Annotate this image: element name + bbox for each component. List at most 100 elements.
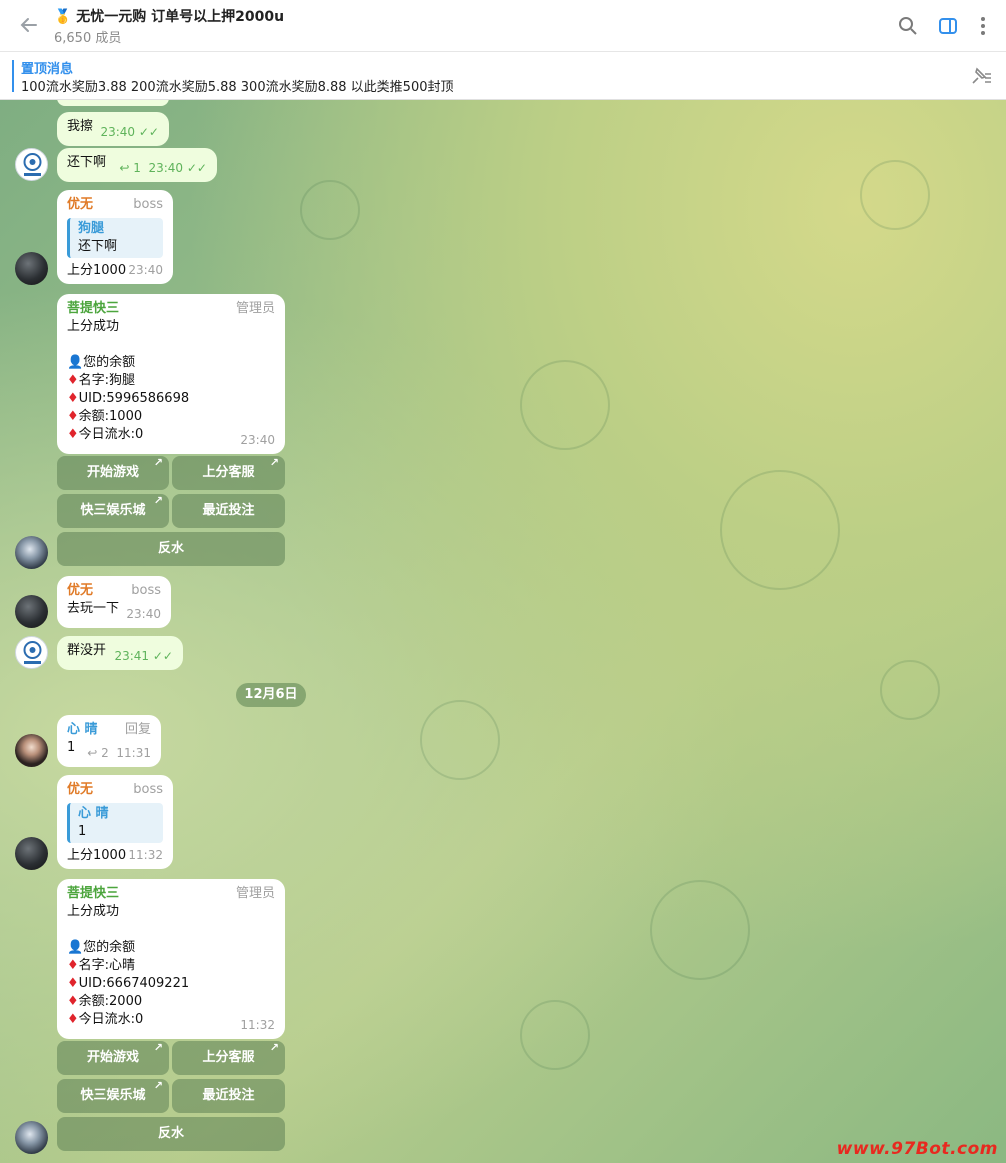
diamond-icon: ♦ bbox=[67, 958, 79, 973]
avatar[interactable] bbox=[15, 252, 48, 285]
rebate-button[interactable]: 反水 bbox=[57, 532, 285, 566]
message-bubble[interactable]: 优无 boss 狗腿 还下啊 上分1000 23:40 bbox=[57, 190, 173, 284]
watermark: www.97Bot.com bbox=[836, 1139, 998, 1159]
message-bubble[interactable]: 我擦 23:40 ✓✓ bbox=[57, 112, 169, 146]
message-text: 还下啊 bbox=[67, 155, 107, 170]
message-time: 23:40 bbox=[126, 607, 161, 621]
message-line: 上分成功 bbox=[67, 904, 120, 919]
diamond-icon: ♦ bbox=[67, 1012, 79, 1027]
message-bubble[interactable]: 菩提快三 管理员 上分成功 👤您的余额 ♦名字:狗腿 ♦UID:59965866… bbox=[57, 294, 285, 454]
sender-role: 管理员 bbox=[235, 886, 275, 901]
background-doodle bbox=[420, 700, 500, 780]
message-time: 11:32 bbox=[128, 848, 163, 862]
diamond-icon: ♦ bbox=[67, 409, 79, 424]
account-balance: 余额:2000 bbox=[78, 994, 143, 1009]
recent-bets-button[interactable]: 最近投注 bbox=[172, 1079, 285, 1113]
message-time: ↩ 2 11:31 bbox=[87, 746, 151, 760]
external-link-icon: ↗ bbox=[153, 494, 163, 507]
background-doodle bbox=[860, 160, 930, 230]
account-uid: UID:6667409221 bbox=[78, 976, 190, 991]
support-button[interactable]: 上分客服 ↗ bbox=[172, 456, 285, 490]
message-bubble[interactable]: 优无 boss 心 晴 1 上分1000 11:32 bbox=[57, 775, 173, 869]
message-bubble[interactable]: 群没开 23:41 ✓✓ bbox=[57, 636, 183, 670]
rebate-button[interactable]: 反水 bbox=[57, 1117, 285, 1151]
sender-role: 管理员 bbox=[235, 301, 275, 316]
external-link-icon: ↗ bbox=[269, 1041, 279, 1054]
account-uid: UID:5996586698 bbox=[78, 391, 190, 406]
message-text: 我擦 bbox=[67, 119, 94, 134]
sender-role: boss bbox=[131, 583, 161, 598]
diamond-icon: ♦ bbox=[67, 373, 79, 388]
reply-count: 1 bbox=[133, 161, 141, 175]
message-line: 👤您的余额 bbox=[67, 355, 136, 370]
casino-button[interactable]: 快三娱乐城 ↗ bbox=[57, 1079, 169, 1113]
avatar[interactable] bbox=[15, 636, 48, 669]
diamond-icon: ♦ bbox=[67, 391, 79, 406]
background-doodle bbox=[880, 660, 940, 720]
message-line: 上分成功 bbox=[67, 319, 120, 334]
casino-button[interactable]: 快三娱乐城 ↗ bbox=[57, 494, 169, 528]
quote-text: 还下啊 bbox=[78, 239, 118, 254]
message-bubble-partial bbox=[57, 100, 169, 106]
background-doodle bbox=[720, 470, 840, 590]
quote-sender: 狗腿 bbox=[78, 221, 105, 236]
chat-header: 🥇 无忧一元购 订单号以上押2000u 6,650 成员 bbox=[0, 0, 1006, 52]
start-game-button[interactable]: 开始游戏 ↗ bbox=[57, 456, 169, 490]
message-time: 23:40 ✓✓ bbox=[100, 125, 159, 139]
avatar[interactable] bbox=[15, 734, 48, 767]
message-time: 23:40 bbox=[128, 263, 163, 277]
more-options-icon[interactable] bbox=[976, 16, 996, 36]
message-time: ↩ 1 23:40 ✓✓ bbox=[119, 161, 207, 175]
background-doodle bbox=[300, 180, 360, 240]
message-bubble[interactable]: 心 晴 回复 1 ↩ 2 11:31 bbox=[57, 715, 161, 767]
support-button[interactable]: 上分客服 ↗ bbox=[172, 1041, 285, 1075]
external-link-icon: ↗ bbox=[153, 1041, 163, 1054]
sender-role: boss bbox=[133, 197, 163, 212]
start-game-button[interactable]: 开始游戏 ↗ bbox=[57, 1041, 169, 1075]
pinned-indicator bbox=[12, 60, 14, 92]
sender-role: 回复 bbox=[124, 722, 151, 737]
avatar[interactable] bbox=[15, 536, 48, 569]
message-bubble[interactable]: 优无 boss 去玩一下 23:40 bbox=[57, 576, 171, 628]
member-count: 6,650 成员 bbox=[54, 31, 122, 46]
reply-count: 2 bbox=[101, 746, 109, 760]
message-text: 群没开 bbox=[67, 643, 107, 658]
pin-list-icon[interactable] bbox=[970, 66, 992, 86]
date-separator: 12月6日 bbox=[236, 683, 306, 707]
account-name: 名字:心晴 bbox=[78, 958, 136, 973]
pinned-label: 置顶消息 bbox=[21, 62, 74, 77]
avatar[interactable] bbox=[15, 1121, 48, 1154]
account-flow: 今日流水:0 bbox=[78, 427, 144, 442]
account-name: 名字:狗腿 bbox=[78, 373, 136, 388]
message-line: 👤您的余额 bbox=[67, 940, 136, 955]
pinned-message[interactable]: 置顶消息 100流水奖励3.88 200流水奖励5.88 300流水奖励8.88… bbox=[0, 52, 1006, 100]
search-icon[interactable] bbox=[898, 16, 918, 36]
external-link-icon: ↗ bbox=[153, 456, 163, 469]
external-link-icon: ↗ bbox=[269, 456, 279, 469]
quote-text: 1 bbox=[78, 824, 87, 839]
chat-title[interactable]: 🥇 无忧一元购 订单号以上押2000u bbox=[54, 6, 284, 26]
avatar[interactable] bbox=[15, 148, 48, 181]
chat-area[interactable]: 我擦 23:40 ✓✓ 还下啊 ↩ 1 23:40 ✓✓ 优无 boss 狗腿 … bbox=[0, 100, 1006, 1163]
sidebar-toggle-icon[interactable] bbox=[938, 16, 958, 36]
pinned-text: 100流水奖励3.88 200流水奖励5.88 300流水奖励8.88 以此类推… bbox=[21, 80, 454, 95]
reply-quote[interactable]: 狗腿 还下啊 bbox=[67, 218, 163, 258]
background-doodle bbox=[650, 880, 750, 980]
reply-quote[interactable]: 心 晴 1 bbox=[67, 803, 163, 843]
background-doodle bbox=[520, 1000, 590, 1070]
diamond-icon: ♦ bbox=[67, 994, 79, 1009]
message-bubble[interactable]: 还下啊 ↩ 1 23:40 ✓✓ bbox=[57, 148, 217, 182]
account-balance: 余额:1000 bbox=[78, 409, 143, 424]
diamond-icon: ♦ bbox=[67, 976, 79, 991]
background-doodle bbox=[520, 360, 610, 450]
external-link-icon: ↗ bbox=[153, 1079, 163, 1092]
sender-role: boss bbox=[133, 782, 163, 797]
account-flow: 今日流水:0 bbox=[78, 1012, 144, 1027]
message-time: 23:41 ✓✓ bbox=[114, 649, 173, 663]
quote-sender: 心 晴 bbox=[78, 806, 109, 821]
avatar[interactable] bbox=[15, 837, 48, 870]
recent-bets-button[interactable]: 最近投注 bbox=[172, 494, 285, 528]
back-arrow-icon[interactable] bbox=[18, 14, 40, 36]
message-bubble[interactable]: 菩提快三 管理员 上分成功 👤您的余额 ♦名字:心晴 ♦UID:66674092… bbox=[57, 879, 285, 1039]
avatar[interactable] bbox=[15, 595, 48, 628]
